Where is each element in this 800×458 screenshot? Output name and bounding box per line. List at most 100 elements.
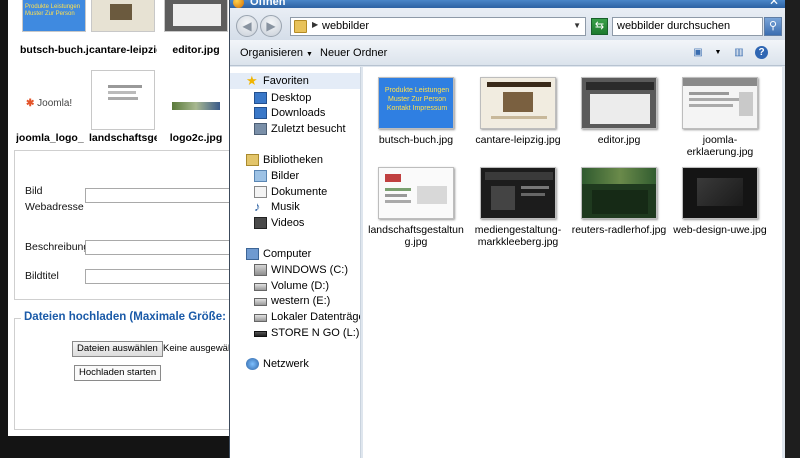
libraries-icon <box>246 154 259 166</box>
file-name: joomla-erklaerung.jpg <box>686 134 754 158</box>
thumb-text: Produkte Leistungen Muster Zur Person <box>25 4 81 17</box>
upload-legend: Dateien hochladen (Maximale Größe: 10 <box>21 311 245 323</box>
hard-drive-icon <box>254 298 267 306</box>
file-thumbnail <box>581 167 657 219</box>
nav-libraries[interactable]: Bibliotheken <box>230 152 360 168</box>
thumb-editor[interactable]: editor.jpg <box>162 0 230 56</box>
nav-music[interactable]: ♪ Musik <box>230 199 360 215</box>
arrow-right-icon: ▶ <box>266 19 276 33</box>
refresh-icon: ⇆ <box>594 20 605 32</box>
file-joomla-erklaerung[interactable]: joomla-erklaerung.jpg <box>672 77 768 158</box>
thumb-joomla-logo[interactable]: ✱ Joomla! joomla_logo_b <box>16 70 84 144</box>
image-properties-form: Bild Webadresse Beschreibung Bildtitel <box>14 150 235 300</box>
folder-icon <box>294 20 307 33</box>
search-button[interactable]: ⚲ <box>764 17 782 36</box>
nav-network[interactable]: Netzwerk <box>230 356 360 372</box>
file-web-design-uwe[interactable]: web-design-uwe.jpg <box>672 167 768 236</box>
file-name: mediengestaltung-markkleeberg.jpg <box>474 224 562 248</box>
nav-drive-l[interactable]: STORE N GO (L:) <box>230 325 360 341</box>
joomla-logo-text: Joomla! <box>37 98 73 109</box>
search-icon: ⚲ <box>768 20 778 32</box>
nav-videos[interactable]: Videos <box>230 215 360 231</box>
choose-files-button[interactable]: Dateien auswählen <box>72 341 163 357</box>
search-input[interactable]: webbilder durchsuchen <box>612 17 763 36</box>
pictures-icon <box>254 170 267 182</box>
open-file-dialog: Öffnen ✕ ◀ ▶ ▶ webbilder ▼ ⇆ webbilder d… <box>229 0 786 458</box>
chevron-down-icon[interactable]: ▼ <box>711 46 725 59</box>
refresh-button[interactable]: ⇆ <box>591 18 608 35</box>
path-field[interactable]: ▶ webbilder ▼ <box>290 17 586 36</box>
music-icon: ♪ <box>254 199 261 214</box>
usb-drive-icon <box>254 331 267 337</box>
file-reuters-radlerhof[interactable]: reuters-radlerhof.jpg <box>571 167 667 236</box>
hard-drive-icon <box>254 283 267 291</box>
organize-menu[interactable]: Organisieren ▼ <box>240 47 313 59</box>
description-input[interactable] <box>85 240 235 255</box>
joomla-logo-icon: ✱ <box>26 98 35 109</box>
nav-pictures[interactable]: Bilder <box>230 168 360 184</box>
no-file-chosen-text: Keine ausgewählt <box>163 343 238 354</box>
navigation-pane: ★ Favoriten Desktop Downloads Zuletzt be… <box>230 67 361 458</box>
file-name: editor.jpg <box>597 134 641 146</box>
downloads-icon <box>254 107 267 119</box>
dialog-titlebar[interactable]: Öffnen ✕ <box>230 0 786 8</box>
file-thumbnail <box>480 167 556 219</box>
title-input[interactable] <box>85 269 235 284</box>
nav-documents[interactable]: Dokumente <box>230 184 360 200</box>
thumb-butsch-buch[interactable]: Produkte Leistungen Muster Zur Person bu… <box>20 0 88 56</box>
thumbnail-row-second: ✱ Joomla! joomla_logo_b landschaftsges l… <box>8 70 232 144</box>
chevron-down-icon: ▼ <box>306 51 313 58</box>
nav-downloads[interactable]: Downloads <box>230 105 360 121</box>
file-thumbnail <box>480 77 556 129</box>
file-name: reuters-radlerhof.jpg <box>571 224 667 236</box>
nav-recent-places[interactable]: Zuletzt besucht <box>230 121 360 137</box>
breadcrumb-chevron-icon[interactable]: ▶ <box>312 20 318 29</box>
address-bar: ◀ ▶ ▶ webbilder ▼ ⇆ webbilder durchsuche… <box>230 8 786 40</box>
file-editor[interactable]: editor.jpg <box>571 77 667 146</box>
nav-drive-d[interactable]: Volume (D:) <box>230 278 360 294</box>
page-bottom-strip <box>0 436 229 458</box>
nav-drive-c[interactable]: WINDOWS (C:) <box>230 262 360 278</box>
file-butsch-buch[interactable]: Produkte Leistungen Muster Zur Person Ko… <box>368 77 464 146</box>
chevron-down-icon[interactable]: ▼ <box>573 21 581 30</box>
new-folder-button[interactable]: Neuer Ordner <box>320 47 387 59</box>
file-thumbnail <box>682 167 758 219</box>
thumb-caption: joomla_logo_b <box>16 132 84 144</box>
file-mediengestaltung-markkleeberg[interactable]: mediengestaltung-markkleeberg.jpg <box>470 167 566 248</box>
thumb-caption: logo2c.jpg <box>169 132 223 144</box>
view-options-icon[interactable]: ▣ <box>691 46 705 59</box>
close-button[interactable]: ✕ <box>767 0 781 8</box>
thumb-text: Produkte Leistungen Muster Zur Person Ko… <box>384 87 450 112</box>
thumb-landschaftsgestaltung[interactable]: landschaftsges <box>89 70 157 144</box>
nav-desktop[interactable]: Desktop <box>230 90 360 106</box>
arrow-left-icon: ◀ <box>242 19 252 33</box>
nav-favorites[interactable]: ★ Favoriten <box>230 73 360 89</box>
thumb-logo2c[interactable]: logo2c.jpg <box>162 70 230 144</box>
file-cantare-leipzig[interactable]: cantare-leipzig.jpg <box>470 77 566 146</box>
firefox-icon <box>233 0 244 8</box>
nav-drive-e[interactable]: western (E:) <box>230 293 360 309</box>
file-landschaftsgestaltung[interactable]: landschaftsgestaltung.jpg <box>368 167 464 248</box>
organize-label: Organisieren <box>240 47 303 59</box>
thumbnail-row-top: Produkte Leistungen Muster Zur Person bu… <box>8 0 232 72</box>
description-label: Beschreibung <box>25 241 90 253</box>
upload-fieldset: Dateien hochladen (Maximale Größe: 10 Da… <box>14 311 245 430</box>
screen-right-edge <box>785 0 800 458</box>
image-url-input[interactable] <box>85 188 235 203</box>
network-icon <box>246 358 259 370</box>
breadcrumb-folder[interactable]: webbilder <box>322 20 369 32</box>
windows-drive-icon <box>254 264 267 276</box>
preview-pane-icon[interactable]: ▥ <box>732 46 746 59</box>
nav-computer[interactable]: Computer <box>230 246 360 262</box>
recent-places-icon <box>254 123 267 135</box>
file-thumbnail <box>378 167 454 219</box>
nav-drive-f[interactable]: Lokaler Datenträger (F <box>230 309 360 325</box>
forward-button[interactable]: ▶ <box>260 15 282 37</box>
help-icon[interactable]: ? <box>755 46 768 59</box>
file-thumbnail <box>682 77 758 129</box>
thumb-cantare-leipzig[interactable]: cantare-leipzig.jpg <box>89 0 157 56</box>
back-button[interactable]: ◀ <box>236 15 258 37</box>
start-upload-button[interactable]: Hochladen starten <box>74 365 162 381</box>
hard-drive-icon <box>254 314 267 322</box>
thumb-caption: butsch-buch.jpg <box>20 44 88 56</box>
